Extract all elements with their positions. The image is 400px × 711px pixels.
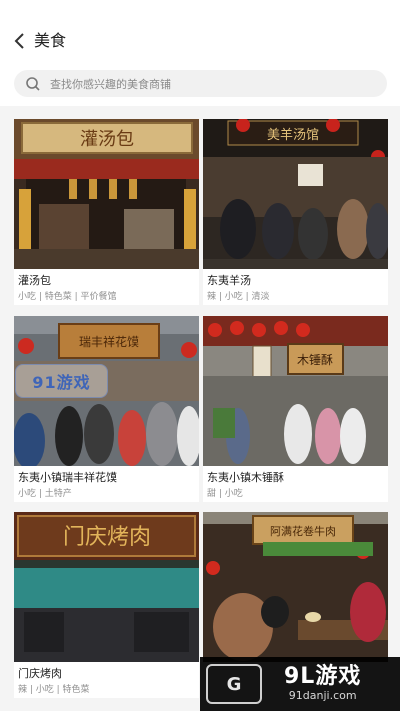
watermark-bottom: G 9L游戏 91danji.com	[200, 657, 400, 711]
search-bar[interactable]: 查找你感兴趣的美食商铺	[14, 70, 387, 97]
restaurant-card[interactable]: 瑞丰祥花馍 东夷小镇瑞丰祥花馍 小吃 | 土特产	[14, 316, 199, 502]
restaurant-card[interactable]: 门庆烤肉 门庆烤肉 辣 | 小吃 | 特色菜	[14, 512, 199, 698]
restaurant-card[interactable]: 木锤酥 东夷小镇木锤酥 甜 | 小吃	[203, 316, 388, 502]
restaurant-photo: 阿满花卷牛肉	[203, 512, 388, 662]
restaurant-tags: 辣 | 小吃 | 清淡	[207, 292, 270, 302]
restaurant-tags: 小吃 | 特色菜 | 平价餐馆	[18, 292, 117, 302]
shop-sign: 瑞丰祥花馍	[79, 334, 139, 349]
search-icon	[26, 76, 40, 91]
watermark-left: 91游戏	[15, 364, 108, 398]
restaurant-photo: 门庆烤肉	[14, 512, 199, 662]
restaurant-name: 灌汤包	[18, 274, 51, 287]
restaurant-photo: 木锤酥	[203, 316, 388, 466]
restaurant-tags: 辣 | 小吃 | 特色菜	[18, 685, 90, 695]
back-button[interactable]	[10, 30, 30, 52]
shop-sign: 阿满花卷牛肉	[270, 524, 336, 538]
shop-sign: 门庆烤肉	[63, 525, 151, 550]
restaurant-name: 东夷小镇木锤酥	[207, 471, 284, 484]
watermark-brand: 9L游戏 91danji.com	[284, 665, 361, 703]
restaurant-tags: 甜 | 小吃	[207, 489, 243, 499]
top-bar: 美食 查找你感兴趣的美食商铺	[0, 0, 400, 106]
shop-sign: 木锤酥	[297, 352, 333, 367]
restaurant-photo: 灌汤包	[14, 119, 199, 269]
restaurant-name: 东夷羊汤	[207, 274, 251, 287]
app-screen: 美食 查找你感兴趣的美食商铺 灌汤包 灌汤包 小吃 | 特色菜 | 平价餐馆 美…	[0, 0, 400, 711]
shop-sign: 灌汤包	[80, 129, 134, 150]
watermark-brand-name: 9L游戏	[284, 664, 362, 689]
chevron-left-icon	[14, 33, 24, 49]
restaurant-name: 东夷小镇瑞丰祥花馍	[18, 471, 117, 484]
restaurant-photo: 美羊汤馆	[203, 119, 388, 269]
page-title: 美食	[34, 31, 67, 50]
watermark-url: 91danji.com	[288, 689, 357, 702]
restaurant-card[interactable]: 美羊汤馆 东夷羊汤 辣 | 小吃 | 清淡	[203, 119, 388, 305]
restaurant-tags: 小吃 | 土特产	[18, 489, 72, 499]
restaurant-card[interactable]: 灌汤包 灌汤包 小吃 | 特色菜 | 平价餐馆	[14, 119, 199, 305]
restaurant-name: 门庆烤肉	[18, 667, 62, 680]
shop-sign: 美羊汤馆	[267, 127, 319, 143]
search-placeholder: 查找你感兴趣的美食商铺	[50, 77, 171, 91]
logo-icon: G	[206, 664, 262, 704]
